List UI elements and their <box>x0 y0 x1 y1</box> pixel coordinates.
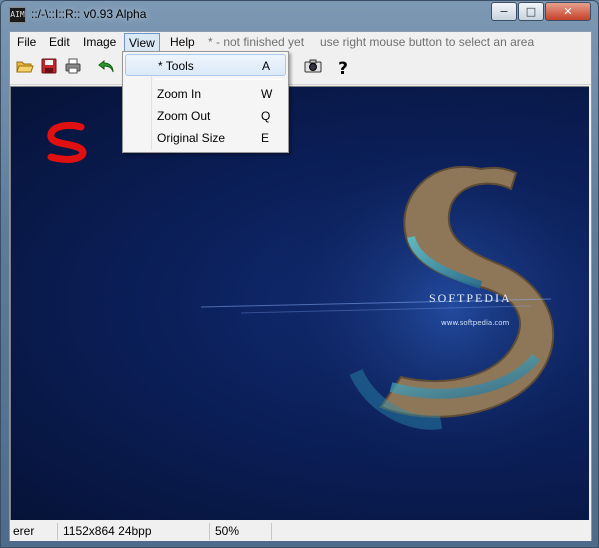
menu-hint-select: use right mouse button to select an area <box>320 35 535 49</box>
view-menu-zoom-in[interactable]: Zoom In W <box>125 83 286 105</box>
menu-item-shortcut: Q <box>261 109 271 123</box>
menu-file[interactable]: File <box>13 33 40 52</box>
menu-item-label: Zoom In <box>157 87 202 101</box>
menu-item-shortcut: A <box>262 59 271 73</box>
save-icon[interactable] <box>38 58 60 80</box>
camera-icon[interactable] <box>302 58 324 80</box>
menu-separator <box>154 79 282 80</box>
app-icon: AIM <box>9 7 26 23</box>
help-icon[interactable]: ? <box>332 58 354 80</box>
menu-item-shortcut: W <box>261 87 273 101</box>
menu-edit[interactable]: Edit <box>45 33 74 52</box>
view-menu-original-size[interactable]: Original Size E <box>125 127 286 149</box>
menu-view[interactable]: View <box>124 33 160 52</box>
menu-item-label: Zoom Out <box>157 109 211 123</box>
watermark-center: SOFTPEDIA <box>429 291 512 305</box>
menu-image[interactable]: Image <box>79 33 120 52</box>
view-menu-dropdown: * Tools A Zoom In W Zoom Out Q Original … <box>122 51 289 153</box>
undo-icon[interactable] <box>96 58 118 80</box>
client-area: File Edit Image View Help * - not finish… <box>9 31 592 541</box>
menu-item-label: * Tools <box>158 59 194 73</box>
watermark-url: www.softpedia.com <box>441 319 510 327</box>
view-menu-tools[interactable]: * Tools A <box>125 54 286 76</box>
print-icon[interactable] <box>62 58 84 80</box>
app-window: AIM ::/-\::I::R:: v0.93 Alpha − □ ✕ File… <box>0 0 599 548</box>
open-folder-icon[interactable] <box>14 58 36 80</box>
status-dimensions: 1152x864 24bpp <box>60 523 210 540</box>
view-menu-zoom-out[interactable]: Zoom Out Q <box>125 105 286 127</box>
status-bar: erer 1152x864 24bpp 50% <box>10 521 591 541</box>
maximize-button[interactable]: □ <box>518 2 544 21</box>
minimize-button[interactable]: − <box>491 2 517 21</box>
status-filename: erer <box>10 523 58 540</box>
status-zoom: 50% <box>212 523 272 540</box>
window-title: ::/-\::I::R:: v0.93 Alpha <box>31 7 147 21</box>
menu-item-shortcut: E <box>261 131 270 145</box>
menu-bar: File Edit Image View Help * - not finish… <box>10 32 591 52</box>
title-bar[interactable]: AIM ::/-\::I::R:: v0.93 Alpha − □ ✕ <box>1 1 598 31</box>
close-button[interactable]: ✕ <box>545 2 591 21</box>
menu-item-label: Original Size <box>157 131 226 145</box>
image-canvas[interactable]: SOFTPEDIA SOFTPEDIA www.softpedia.com <box>10 86 589 520</box>
toolbar: ? <box>10 53 591 85</box>
menu-help[interactable]: Help <box>166 33 199 52</box>
menu-hint-unfinished: * - not finished yet <box>208 35 305 49</box>
